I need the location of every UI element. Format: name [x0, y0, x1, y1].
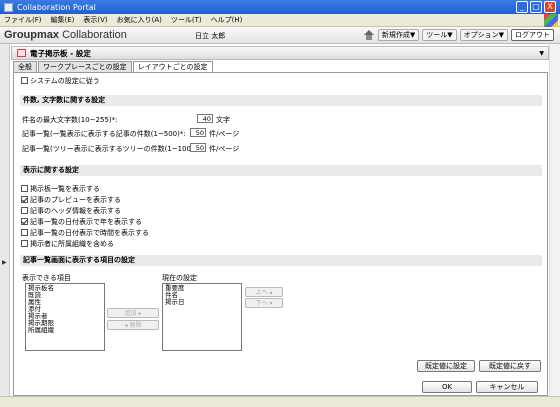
settings-content: システムの設定に従う 件数, 文字数に関する設定 件名の最大文字数(10~255…: [13, 72, 548, 396]
display-checkbox[interactable]: [21, 196, 28, 203]
display-option[interactable]: 記事のプレビューを表示する: [21, 195, 121, 205]
menu-edit[interactable]: 編集(E): [51, 15, 75, 25]
display-option[interactable]: 掲示板一覧を表示する: [21, 184, 100, 194]
subject-length-unit: 文字: [216, 116, 230, 124]
subject-length-input[interactable]: 40: [197, 114, 213, 123]
system-setting-option[interactable]: システムの設定に従う: [21, 76, 100, 86]
tab-general[interactable]: 全般: [13, 61, 37, 72]
cancel-button[interactable]: キャンセル: [476, 381, 538, 393]
display-option[interactable]: 掲示者に所属組織を含める: [21, 239, 114, 249]
expand-arrow-icon[interactable]: ▶: [2, 259, 7, 266]
display-checkbox[interactable]: [21, 240, 28, 247]
menu-bar: ファイル(F) 編集(E) 表示(V) お気に入り(A) ツール(T) ヘルプ(…: [0, 14, 560, 27]
subject-length-label: 件名の最大文字数(10~255)*:: [22, 116, 118, 124]
display-checkbox[interactable]: [21, 229, 28, 236]
tab-strip: 全般 ワークプレースごとの設定 レイアウトごとの設定: [13, 61, 214, 73]
tree-count-input[interactable]: 50: [190, 143, 206, 152]
current-items-list[interactable]: 重要度 件名 掲示日: [162, 283, 242, 351]
user-name: 日立 太郎: [195, 32, 226, 40]
app-icon: [4, 2, 13, 12]
display-option-label: 記事のヘッダ情報を表示する: [30, 207, 121, 215]
close-button[interactable]: X: [544, 1, 556, 13]
display-checkbox[interactable]: [21, 185, 28, 192]
available-items-list[interactable]: 掲示板名 既読 属性 添付 掲示者 掲示期限 所属組織: [25, 283, 105, 351]
list-count-unit: 件/ページ: [209, 130, 240, 138]
status-bar: [0, 396, 560, 407]
current-items-label: 現在の設定: [162, 274, 197, 282]
display-option[interactable]: 記事のヘッダ情報を表示する: [21, 206, 121, 216]
home-icon[interactable]: [363, 29, 375, 41]
brand-logo: Groupmax Collaboration: [4, 29, 127, 41]
tool-menu-button[interactable]: ツール▼: [422, 29, 457, 41]
page-scrollbar[interactable]: [549, 44, 560, 396]
windows-logo-icon: [544, 14, 558, 27]
list-count-label: 記事一覧(一覧表示に表示する記事の件数(1~500)*:: [22, 130, 186, 138]
system-setting-checkbox[interactable]: [21, 77, 28, 84]
left-collapse-bar[interactable]: ▶: [0, 44, 10, 396]
list-item[interactable]: 掲示日: [165, 299, 239, 306]
ok-button[interactable]: OK: [422, 381, 472, 393]
display-checkbox[interactable]: [21, 218, 28, 225]
section-columns-title: 記事一覧画面に表示する項目の設定: [20, 255, 542, 266]
add-button[interactable]: 追加 ▸: [107, 308, 159, 318]
menu-help[interactable]: ヘルプ(H): [211, 15, 243, 25]
panel-title: 電子掲示板 - 設定: [30, 48, 91, 58]
tab-workplace[interactable]: ワークプレースごとの設定: [38, 61, 132, 72]
tree-count-unit: 件/ページ: [209, 145, 240, 153]
section-display-title: 表示に関する設定: [20, 165, 542, 176]
display-option-label: 記事一覧の日付表示で時間を表示する: [30, 229, 149, 237]
display-option[interactable]: 記事一覧の日付表示で時間を表示する: [21, 228, 149, 238]
section-counts-title: 件数, 文字数に関する設定: [20, 95, 542, 106]
remove-button[interactable]: ◂ 削除: [107, 320, 159, 330]
maximize-button[interactable]: □: [530, 1, 542, 13]
display-option[interactable]: 記事一覧の日付表示で年を表示する: [21, 217, 142, 227]
menu-file[interactable]: ファイル(F): [4, 15, 42, 25]
window-title: Collaboration Portal: [17, 2, 96, 12]
display-checkbox[interactable]: [21, 207, 28, 214]
system-setting-label: システムの設定に従う: [30, 77, 100, 85]
menu-tools[interactable]: ツール(T): [171, 15, 202, 25]
move-up-button[interactable]: 上へ ▴: [245, 287, 283, 297]
set-default-button[interactable]: 既定値に設定: [417, 360, 475, 372]
display-option-label: 掲示板一覧を表示する: [30, 185, 100, 193]
app-header: Groupmax Collaboration 日立 太郎 新規作成▼ ツール▼ …: [0, 27, 560, 44]
menu-view[interactable]: 表示(V): [83, 15, 107, 25]
list-item[interactable]: 所属組織: [28, 327, 102, 334]
window-titlebar: Collaboration Portal: [0, 0, 560, 14]
move-down-button[interactable]: 下へ ▾: [245, 298, 283, 308]
display-option-label: 掲示者に所属組織を含める: [30, 240, 114, 248]
option-menu-button[interactable]: オプション▼: [459, 29, 508, 41]
restore-default-button[interactable]: 既定値に戻す: [479, 360, 541, 372]
panel-menu-icon[interactable]: ▼: [539, 50, 544, 57]
new-menu-button[interactable]: 新規作成▼: [377, 29, 420, 41]
display-option-label: 記事のプレビューを表示する: [30, 196, 121, 204]
minimize-button[interactable]: _: [516, 1, 528, 13]
panel-header: 電子掲示板 - 設定 ▼: [11, 46, 549, 60]
available-items-label: 表示できる項目: [22, 274, 71, 282]
bulletin-board-icon: [17, 49, 26, 57]
menu-favorites[interactable]: お気に入り(A): [117, 15, 162, 25]
tree-count-label: 記事一覧(ツリー表示に表示するツリーの件数(1~100)*:: [22, 145, 200, 153]
list-count-input[interactable]: 50: [190, 128, 206, 137]
logout-button[interactable]: ログアウト: [511, 29, 554, 41]
display-option-label: 記事一覧の日付表示で年を表示する: [30, 218, 142, 226]
